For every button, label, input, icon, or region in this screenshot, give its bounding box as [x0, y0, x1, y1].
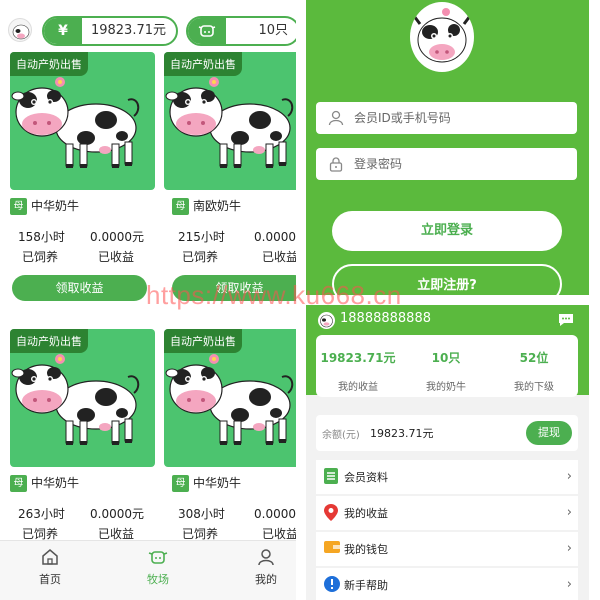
- cow-count-pill: 10只: [186, 16, 296, 46]
- location-pin-icon: [324, 504, 338, 521]
- stat-earnings-label: 我的收益: [338, 382, 378, 393]
- balance-row: 余额(元) 19823.71元 提现: [316, 415, 578, 451]
- info-icon: [324, 576, 340, 592]
- cow-name: 中华奶牛: [193, 476, 242, 490]
- tab-home[interactable]: 首页: [20, 547, 80, 587]
- app-logo: [410, 2, 474, 72]
- earnings-value: 0.0000元: [90, 507, 144, 521]
- female-badge: 母: [10, 475, 27, 492]
- cow-face-icon: [148, 551, 168, 564]
- fed-label: 已饲养: [22, 250, 59, 264]
- balance-pill: ¥ 19823.71元: [42, 16, 178, 46]
- home-icon: [42, 549, 58, 565]
- fed-hours: 158小时: [18, 230, 65, 244]
- farm-top-bar: ¥ 19823.71元 10只: [0, 14, 296, 48]
- stat-cows-value: 10只: [431, 351, 461, 365]
- cow-name-row: 母中华奶牛: [10, 196, 79, 216]
- stat-earnings-value: 19823.71元: [320, 351, 396, 365]
- login-screen: 会员ID或手机号码 登录密码 立即登录 立即注册?: [306, 0, 589, 295]
- fed-hours: 308小时: [178, 507, 225, 521]
- fed-label: 已饲养: [182, 250, 219, 264]
- chat-icon[interactable]: [557, 312, 575, 332]
- auto-sell-tag: 自动产奶出售: [164, 329, 242, 353]
- cow-image: 自动产奶出售: [164, 52, 296, 190]
- stat-downline-label: 我的下级: [514, 382, 554, 393]
- cow-illustration: [11, 76, 140, 169]
- auto-sell-tag: 自动产奶出售: [10, 329, 88, 353]
- tab-mine-label: 我的: [255, 573, 277, 586]
- balance-amount: 19823.71元: [370, 427, 434, 440]
- menu-item-label: 我的收益: [344, 507, 388, 520]
- withdraw-button[interactable]: 提现: [526, 421, 572, 445]
- phone-number: 18888888888: [340, 311, 431, 326]
- tab-ranch[interactable]: 牧场: [128, 547, 188, 587]
- member-id-placeholder: 会员ID或手机号码: [354, 111, 451, 125]
- password-input[interactable]: 登录密码: [316, 148, 577, 180]
- profile-screen: 18888888888 19823.71元 我的收益 10只 我的奶牛 52位 我的下…: [306, 305, 589, 600]
- cow-name: 中华奶牛: [31, 199, 80, 213]
- user-avatar[interactable]: [8, 18, 32, 42]
- cow-image: 自动产奶出售: [10, 329, 155, 467]
- earnings-label: 已收益: [262, 250, 296, 264]
- fed-hours: 263小时: [18, 507, 65, 521]
- stat-earnings[interactable]: 19823.71元 我的收益: [318, 349, 398, 393]
- auto-sell-tag: 自动产奶出售: [164, 52, 242, 76]
- stat-cows[interactable]: 10只我的奶牛: [406, 349, 486, 393]
- list-icon: [324, 468, 338, 484]
- cow-name-row: 母南欧奶牛: [172, 196, 241, 216]
- menu-item-label: 我的钱包: [344, 543, 388, 556]
- cow-face-icon: [188, 18, 226, 44]
- earnings-value: 0.0000元: [254, 230, 296, 244]
- collect-earnings-button[interactable]: 领取收益: [12, 275, 147, 301]
- chevron-right-icon: ›: [566, 505, 572, 520]
- login-button[interactable]: 立即登录: [332, 211, 562, 251]
- auto-sell-tag: 自动产奶出售: [10, 52, 88, 76]
- tab-ranch-label: 牧场: [147, 573, 169, 586]
- cow-illustration: [165, 353, 294, 446]
- cow-name-row: 母中华奶牛: [10, 473, 79, 493]
- wallet-icon: [324, 541, 340, 553]
- watermark-text: https://www.ku668.cn: [146, 280, 402, 310]
- user-icon: [328, 110, 344, 126]
- cow-name: 南欧奶牛: [193, 199, 242, 213]
- password-placeholder: 登录密码: [354, 157, 403, 171]
- lock-icon: [329, 157, 343, 172]
- cow-illustration: [165, 76, 294, 169]
- balance-value: 19823.71元: [90, 23, 166, 38]
- earnings-value: 0.0000元: [90, 230, 144, 244]
- person-icon: [258, 549, 274, 566]
- chevron-right-icon: ›: [566, 541, 572, 556]
- stat-downline[interactable]: 52位我的下级: [494, 349, 574, 393]
- menu-item-wallet[interactable]: 我的钱包 ›: [316, 532, 578, 566]
- menu-item-help[interactable]: 新手帮助 ›: [316, 568, 578, 600]
- earnings-value: 0.0000元: [254, 507, 296, 521]
- fed-hours: 215小时: [178, 230, 225, 244]
- stat-downline-value: 52位: [519, 351, 549, 365]
- female-badge: 母: [10, 198, 27, 215]
- earnings-label: 已收益: [98, 250, 135, 264]
- tab-mine[interactable]: 我的: [236, 547, 296, 587]
- stat-cows-label: 我的奶牛: [426, 382, 466, 393]
- yuan-icon: ¥: [44, 18, 82, 44]
- menu-item-member-info[interactable]: 会员资料 ›: [316, 460, 578, 494]
- member-id-input[interactable]: 会员ID或手机号码: [316, 102, 577, 134]
- stats-card: 19823.71元 我的收益 10只我的奶牛 52位我的下级: [316, 335, 578, 397]
- avatar[interactable]: [318, 312, 335, 329]
- menu-item-earnings[interactable]: 我的收益 ›: [316, 496, 578, 530]
- cow-name: 中华奶牛: [31, 476, 80, 490]
- female-badge: 母: [172, 198, 189, 215]
- balance-label: 余额(元): [322, 430, 360, 441]
- chevron-right-icon: ›: [566, 577, 572, 592]
- cow-name-row: 母中华奶牛: [172, 473, 241, 493]
- cow-image: 自动产奶出售: [164, 329, 296, 467]
- cow-illustration: [11, 353, 140, 446]
- chevron-right-icon: ›: [566, 469, 572, 484]
- cow-image: 自动产奶出售: [10, 52, 155, 190]
- menu-item-label: 新手帮助: [344, 579, 388, 592]
- cow-count-value: 10只: [258, 23, 288, 38]
- female-badge: 母: [172, 475, 189, 492]
- tab-home-label: 首页: [39, 573, 61, 586]
- bottom-tab-bar: 首页 牧场 我的: [0, 540, 296, 600]
- menu-item-label: 会员资料: [344, 471, 388, 484]
